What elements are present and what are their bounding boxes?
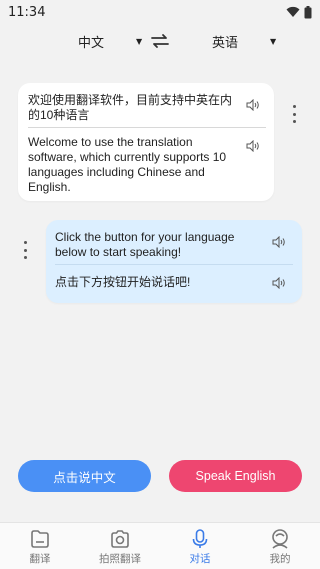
more-options-icon[interactable] [20, 241, 30, 259]
status-bar: 11:34 [0, 0, 320, 24]
microphone-icon [192, 529, 208, 548]
target-language-dropdown[interactable]: 英语 ▼ [212, 32, 276, 51]
speaker-icon[interactable] [246, 99, 260, 111]
tab-label: 对话 [189, 553, 211, 565]
battery-icon [304, 5, 312, 18]
tab-label: 翻译 [29, 553, 51, 565]
speak-english-button[interactable]: Speak English [169, 460, 302, 492]
profile-icon [272, 529, 288, 549]
tab-label: 我的 [269, 553, 291, 565]
tab-profile[interactable]: 我的 [240, 523, 320, 569]
status-time: 11:34 [8, 4, 46, 20]
speaker-icon[interactable] [272, 277, 286, 289]
language-selector-bar: 中文 ▼ 英语 ▼ [0, 28, 320, 54]
folder-icon [31, 530, 49, 548]
source-language-label: 中文 [78, 35, 105, 51]
system-message-bubble: 欢迎使用翻译软件，目前支持中英在内的10种语言 Welcome to use t… [18, 83, 274, 201]
bottom-tab-bar: 翻译 拍照翻译 对话 我的 [0, 522, 320, 569]
tab-translate[interactable]: 翻译 [0, 523, 80, 569]
target-language-label: 英语 [212, 35, 239, 51]
message-chinese-text: 欢迎使用翻译软件，目前支持中英在内的10种语言 [28, 93, 233, 122]
message-english-text: Welcome to use the translation software,… [28, 135, 227, 194]
message-chinese-text: 点击下方按钮开始说话吧! [55, 275, 191, 289]
source-language-dropdown[interactable]: 中文 ▼ [78, 32, 142, 51]
status-icons [286, 5, 312, 19]
swap-languages-icon[interactable] [150, 33, 170, 49]
divider [55, 264, 293, 265]
camera-icon [111, 530, 129, 548]
speaker-icon[interactable] [272, 236, 286, 248]
wifi-icon [286, 6, 300, 17]
chevron-down-icon: ▼ [270, 36, 277, 46]
tab-conversation[interactable]: 对话 [160, 523, 240, 569]
tab-photo-translate[interactable]: 拍照翻译 [80, 523, 160, 569]
divider [28, 127, 266, 128]
message-english-text: Click the button for your language below… [55, 230, 235, 259]
chevron-down-icon: ▼ [136, 36, 143, 46]
tab-label: 拍照翻译 [99, 553, 141, 565]
speaker-icon[interactable] [246, 140, 260, 152]
user-message-bubble: Click the button for your language below… [46, 220, 302, 303]
more-options-icon[interactable] [289, 105, 299, 123]
speak-chinese-button[interactable]: 点击说中文 [18, 460, 151, 492]
